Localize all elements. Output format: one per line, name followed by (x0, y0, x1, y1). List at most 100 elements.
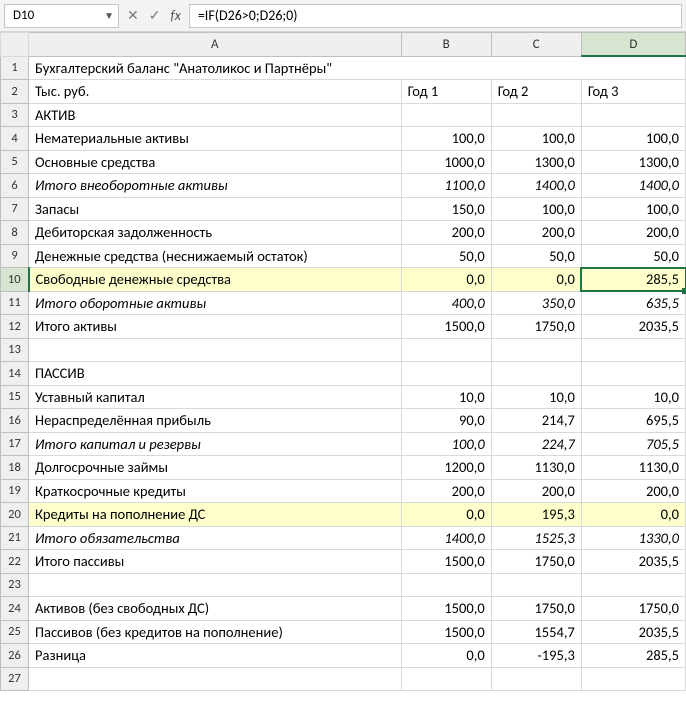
cell[interactable]: 1400,0 (401, 526, 491, 550)
row-header[interactable]: 25 (1, 620, 29, 644)
cell[interactable]: 200,0 (491, 479, 581, 503)
cell[interactable]: 1750,0 (491, 315, 581, 339)
cell[interactable]: 150,0 (401, 197, 491, 221)
cell[interactable]: Итого активы (29, 315, 402, 339)
cell[interactable]: 0,0 (581, 503, 685, 527)
cell[interactable]: 100,0 (581, 127, 685, 151)
cell[interactable]: 2035,5 (581, 550, 685, 574)
cell[interactable]: Денежные средства (неснижаемый остаток) (29, 244, 402, 268)
row-header[interactable]: 8 (1, 221, 29, 245)
cell[interactable]: 705,5 (581, 432, 685, 456)
cell[interactable]: 214,7 (491, 409, 581, 433)
cell[interactable]: 1750,0 (581, 597, 685, 621)
cell[interactable]: 1500,0 (401, 315, 491, 339)
cell[interactable]: 200,0 (581, 479, 685, 503)
cell[interactable]: 1500,0 (401, 550, 491, 574)
confirm-icon[interactable]: ✓ (149, 9, 161, 23)
col-header-C[interactable]: C (491, 33, 581, 57)
cell[interactable] (581, 362, 685, 386)
cell-D10-active[interactable]: 285,5 (581, 268, 685, 292)
cell[interactable]: Пассивов (без кредитов на пополнение) (29, 620, 402, 644)
cell[interactable]: 200,0 (491, 221, 581, 245)
cell[interactable]: 1525,3 (491, 526, 581, 550)
cell[interactable] (401, 338, 491, 362)
cell[interactable]: 1400,0 (491, 174, 581, 198)
cell[interactable] (581, 338, 685, 362)
cell[interactable]: Долгосрочные займы (29, 456, 402, 480)
cell[interactable]: 2035,5 (581, 315, 685, 339)
row-header[interactable]: 17 (1, 432, 29, 456)
cell[interactable]: 695,5 (581, 409, 685, 433)
row-header[interactable]: 1 (1, 56, 29, 80)
cell[interactable]: 1500,0 (401, 620, 491, 644)
cell[interactable]: 50,0 (581, 244, 685, 268)
cell[interactable] (581, 573, 685, 597)
cell[interactable]: 1130,0 (491, 456, 581, 480)
cell[interactable]: Год 3 (581, 80, 685, 104)
cell[interactable]: 0,0 (401, 268, 491, 292)
cell[interactable]: Уставный капитал (29, 385, 402, 409)
cell[interactable]: 1554,7 (491, 620, 581, 644)
row-header[interactable]: 20 (1, 503, 29, 527)
cell[interactable]: 635,5 (581, 291, 685, 315)
cell[interactable] (29, 338, 402, 362)
cell[interactable]: Запасы (29, 197, 402, 221)
cell[interactable]: Итого оборотные активы (29, 291, 402, 315)
formula-input[interactable]: =IF(D26>0;D26;0) (189, 4, 682, 28)
cell[interactable]: ПАССИВ (29, 362, 402, 386)
cell[interactable]: 1750,0 (491, 597, 581, 621)
cell[interactable]: 10,0 (401, 385, 491, 409)
cell[interactable]: -195,3 (491, 644, 581, 668)
cell[interactable]: 100,0 (581, 197, 685, 221)
cell[interactable]: 400,0 (401, 291, 491, 315)
row-header[interactable]: 2 (1, 80, 29, 104)
cell[interactable]: 100,0 (401, 432, 491, 456)
row-header[interactable]: 16 (1, 409, 29, 433)
spreadsheet-grid[interactable]: A B C D 1 Бухгалтерский баланс "Анатолик… (0, 32, 686, 691)
cell[interactable] (581, 667, 685, 691)
cell[interactable]: Краткосрочные кредиты (29, 479, 402, 503)
cell[interactable]: 1330,0 (581, 526, 685, 550)
cell[interactable]: Год 2 (491, 80, 581, 104)
cell[interactable] (581, 103, 685, 127)
cell[interactable] (401, 667, 491, 691)
cell[interactable]: 100,0 (491, 197, 581, 221)
chevron-down-icon[interactable]: ▼ (104, 9, 114, 22)
col-header-A[interactable]: A (29, 33, 402, 57)
cell[interactable]: Год 1 (401, 80, 491, 104)
cell[interactable]: Кредиты на пополнение ДС (29, 503, 402, 527)
select-all-corner[interactable] (1, 33, 29, 57)
cell[interactable]: 2035,5 (581, 620, 685, 644)
cell[interactable]: 50,0 (401, 244, 491, 268)
cell[interactable] (491, 667, 581, 691)
cell[interactable] (401, 573, 491, 597)
row-header[interactable]: 23 (1, 573, 29, 597)
title-cell[interactable]: Бухгалтерский баланс "Анатоликос и Партн… (29, 56, 686, 80)
cell[interactable]: Итого пассивы (29, 550, 402, 574)
cell[interactable]: 1750,0 (491, 550, 581, 574)
cell[interactable] (491, 103, 581, 127)
cell[interactable]: 350,0 (491, 291, 581, 315)
cell[interactable]: 285,5 (581, 644, 685, 668)
cell[interactable]: Итого внеоборотные активы (29, 174, 402, 198)
cell[interactable]: 1000,0 (401, 150, 491, 174)
cell[interactable] (29, 667, 402, 691)
col-header-B[interactable]: B (401, 33, 491, 57)
cell[interactable]: Активов (без свободных ДС) (29, 597, 402, 621)
cell[interactable]: Нераспределённая прибыль (29, 409, 402, 433)
cell[interactable] (491, 573, 581, 597)
cell[interactable]: 1300,0 (581, 150, 685, 174)
row-header[interactable]: 27 (1, 667, 29, 691)
row-header[interactable]: 11 (1, 291, 29, 315)
row-header[interactable]: 19 (1, 479, 29, 503)
row-header[interactable]: 18 (1, 456, 29, 480)
col-header-D[interactable]: D (581, 33, 685, 57)
cell[interactable] (491, 362, 581, 386)
cell[interactable]: 1400,0 (581, 174, 685, 198)
name-box[interactable]: D10 ▼ (4, 4, 119, 28)
cell[interactable]: Итого обязательства (29, 526, 402, 550)
cell[interactable] (401, 362, 491, 386)
cell[interactable]: 0,0 (401, 503, 491, 527)
row-header[interactable]: 3 (1, 103, 29, 127)
cell[interactable]: 0,0 (491, 268, 581, 292)
